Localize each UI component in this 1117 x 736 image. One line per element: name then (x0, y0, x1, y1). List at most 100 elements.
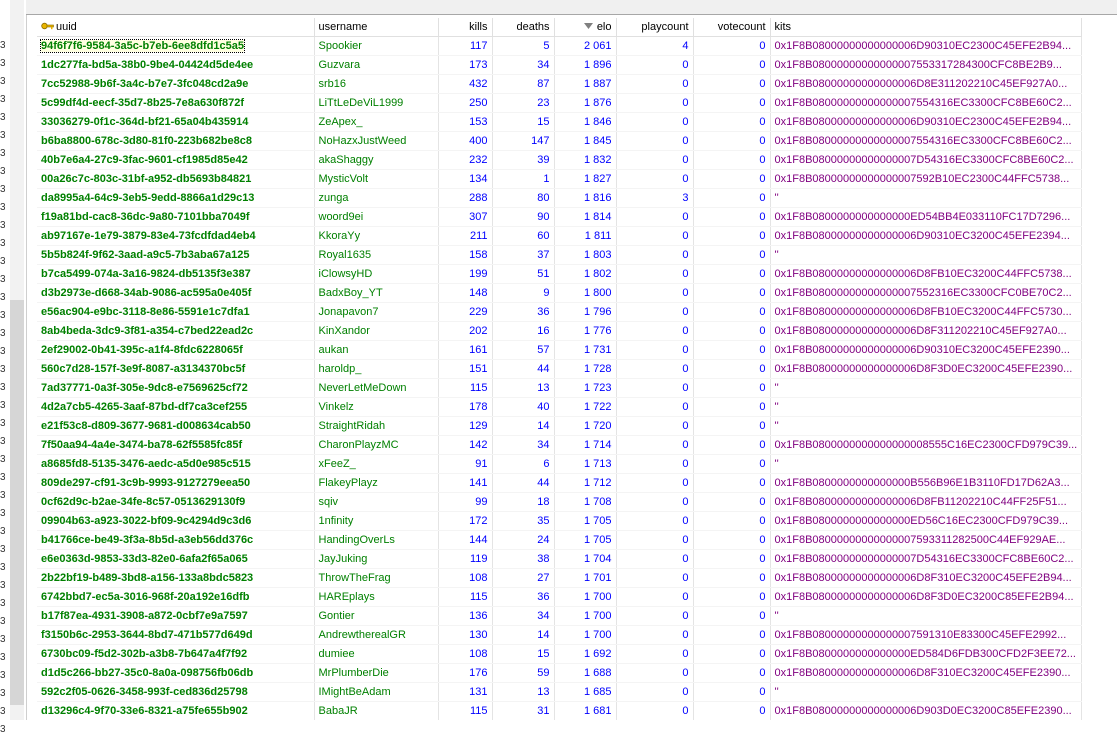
cell-uuid[interactable]: 7ad37771-0a3f-305e-9dc8-e7569625cf72 (37, 378, 315, 398)
cell-uuid[interactable]: f3150b6c-2953-3644-8bd7-471b577d649d (37, 625, 315, 645)
cell-kills[interactable]: 91 (438, 454, 493, 474)
cell-kits[interactable]: '' (770, 245, 1083, 265)
cell-votecount[interactable]: 0 (693, 226, 771, 246)
cell-kits[interactable]: 0x1F8B08000000000000007592B10EC2300C44FF… (770, 169, 1083, 189)
cell-playcount[interactable]: 4 (616, 36, 694, 56)
cell-kills[interactable]: 131 (438, 682, 493, 702)
cell-votecount[interactable]: 0 (693, 454, 771, 474)
column-header-elo[interactable]: elo (554, 18, 617, 37)
cell-elo[interactable]: 1 802 (554, 264, 617, 284)
cell-deaths[interactable]: 44 (492, 359, 555, 379)
cell-kits[interactable]: 0x1F8B08000000000000006D90310EC3200C45EF… (770, 340, 1083, 360)
cell-deaths[interactable]: 90 (492, 207, 555, 227)
cell-uuid[interactable]: 560c7d28-157f-3e9f-8087-a3134370bc5f (37, 359, 315, 379)
cell-deaths[interactable]: 34 (492, 435, 555, 455)
cell-kits[interactable]: '' (770, 188, 1083, 208)
cell-kills[interactable]: 141 (438, 473, 493, 493)
cell-uuid[interactable]: f19a81bd-cac8-36dc-9a80-7101bba7049f (37, 207, 315, 227)
cell-votecount[interactable]: 0 (693, 682, 771, 702)
cell-elo[interactable]: 1 776 (554, 321, 617, 341)
cell-kits[interactable]: 0x1F8B08000000000000006D8FB11202210C44FF… (770, 492, 1083, 512)
cell-uuid[interactable]: 592c2f05-0626-3458-993f-ced836d25798 (37, 682, 315, 702)
cell-kits[interactable]: 0x1F8B08000000000000006D90310EC2300C45EF… (770, 36, 1083, 56)
cell-deaths[interactable]: 44 (492, 473, 555, 493)
cell-kits[interactable]: 0x1F8B08000000000000006D8F310EC3200C45EF… (770, 568, 1083, 588)
cell-playcount[interactable]: 0 (616, 340, 694, 360)
cell-uuid[interactable]: d1d5c266-bb27-35c0-8a0a-098756fb06db (37, 663, 315, 683)
cell-elo[interactable]: 1 827 (554, 169, 617, 189)
cell-votecount[interactable]: 0 (693, 492, 771, 512)
cell-kills[interactable]: 115 (438, 587, 493, 607)
cell-kits[interactable]: 0x1F8B08000000000000007591310E83300C45EF… (770, 625, 1083, 645)
cell-username[interactable]: ZeApex_ (314, 112, 439, 132)
table-row[interactable]: 1dc277fa-bd5a-38b0-9be4-04424d5de4ee Guzv… (37, 55, 1083, 75)
cell-votecount[interactable]: 0 (693, 568, 771, 588)
cell-playcount[interactable]: 0 (616, 245, 694, 265)
cell-elo[interactable]: 2 061 (554, 36, 617, 56)
cell-playcount[interactable]: 0 (616, 549, 694, 569)
cell-deaths[interactable]: 14 (492, 625, 555, 645)
cell-username[interactable]: HAREplays (314, 587, 439, 607)
cell-votecount[interactable]: 0 (693, 416, 771, 436)
cell-votecount[interactable]: 0 (693, 397, 771, 417)
cell-votecount[interactable]: 0 (693, 378, 771, 398)
cell-kits[interactable]: 0x1F8B0800000000000000B556B96E1B3110FD17… (770, 473, 1083, 493)
cell-votecount[interactable]: 0 (693, 169, 771, 189)
table-row[interactable]: b6ba8800-678c-3d80-81f0-223b682be8c8 NoHa… (37, 131, 1083, 151)
cell-uuid[interactable]: 4d2a7cb5-4265-3aaf-87bd-df7ca3cef255 (37, 397, 315, 417)
cell-deaths[interactable]: 13 (492, 682, 555, 702)
table-row[interactable]: 7cc52988-9b6f-3a4c-b7e7-3fc048cd2a9e srb1… (37, 74, 1083, 94)
table-row[interactable]: f3150b6c-2953-3644-8bd7-471b577d649d Andr… (37, 625, 1083, 645)
cell-votecount[interactable]: 0 (693, 473, 771, 493)
cell-uuid[interactable]: 6742bbd7-ec5a-3016-968f-20a192e16dfb (37, 587, 315, 607)
cell-playcount[interactable]: 0 (616, 606, 694, 626)
cell-username[interactable]: Vinkelz (314, 397, 439, 417)
cell-username[interactable]: CharonPlayzMC (314, 435, 439, 455)
cell-username[interactable]: FlakeyPlayz (314, 473, 439, 493)
cell-deaths[interactable]: 57 (492, 340, 555, 360)
cell-deaths[interactable]: 6 (492, 454, 555, 474)
table-row[interactable]: d3b2973e-d668-34ab-9086-ac595a0e405f Badx… (37, 283, 1083, 303)
cell-playcount[interactable]: 0 (616, 511, 694, 531)
cell-username[interactable]: aukan (314, 340, 439, 360)
cell-kills[interactable]: 161 (438, 340, 493, 360)
cell-deaths[interactable]: 34 (492, 606, 555, 626)
cell-username[interactable]: Jonapavon7 (314, 302, 439, 322)
cell-playcount[interactable]: 3 (616, 188, 694, 208)
cell-kills[interactable]: 129 (438, 416, 493, 436)
cell-kits[interactable]: 0x1F8B08000000000000006D8FB10EC3200C44FF… (770, 302, 1083, 322)
cell-username[interactable]: HandingOverLs (314, 530, 439, 550)
cell-votecount[interactable]: 0 (693, 207, 771, 227)
column-header-votecount[interactable]: votecount (693, 18, 771, 37)
cell-uuid[interactable]: 7cc52988-9b6f-3a4c-b7e7-3fc048cd2a9e (37, 74, 315, 94)
cell-playcount[interactable]: 0 (616, 587, 694, 607)
cell-kills[interactable]: 151 (438, 359, 493, 379)
cell-kits[interactable]: 0x1F8B0800000000000000ED56C16EC2300CFD97… (770, 511, 1083, 531)
cell-playcount[interactable]: 0 (616, 150, 694, 170)
cell-username[interactable]: akaShaggy (314, 150, 439, 170)
cell-votecount[interactable]: 0 (693, 549, 771, 569)
table-row[interactable]: 09904b63-a923-3022-bf09-9c4294d9c3d6 1nfi… (37, 511, 1083, 531)
table-row[interactable]: 592c2f05-0626-3458-993f-ced836d25798 IMig… (37, 682, 1083, 702)
cell-uuid[interactable]: 6730bc09-f5d2-302b-a3b8-7b647a4f7f92 (37, 644, 315, 664)
cell-playcount[interactable]: 0 (616, 131, 694, 151)
table-row[interactable]: 5c99df4d-eecf-35d7-8b25-7e8a630f872f LiTt… (37, 93, 1083, 113)
cell-kits[interactable]: '' (770, 682, 1083, 702)
cell-elo[interactable]: 1 701 (554, 568, 617, 588)
cell-uuid[interactable]: 94f6f7f6-9584-3a5c-b7eb-6ee8dfd1c5a5 (37, 36, 315, 56)
cell-uuid[interactable]: 2b22bf19-b489-3bd8-a156-133a8bdc5823 (37, 568, 315, 588)
cell-deaths[interactable]: 40 (492, 397, 555, 417)
cell-playcount[interactable]: 0 (616, 492, 694, 512)
cell-playcount[interactable]: 0 (616, 568, 694, 588)
cell-deaths[interactable]: 15 (492, 644, 555, 664)
cell-uuid[interactable]: 5b5b824f-9f62-3aad-a9c5-7b3aba67a125 (37, 245, 315, 265)
cell-elo[interactable]: 1 800 (554, 283, 617, 303)
cell-kills[interactable]: 130 (438, 625, 493, 645)
column-header-username[interactable]: username (314, 18, 439, 37)
cell-uuid[interactable]: 8ab4beda-3dc9-3f81-a354-c7bed22ead2c (37, 321, 315, 341)
cell-uuid[interactable]: b41766ce-be49-3f3a-8b5d-a3eb56dd376c (37, 530, 315, 550)
cell-kills[interactable]: 158 (438, 245, 493, 265)
cell-elo[interactable]: 1 704 (554, 549, 617, 569)
cell-deaths[interactable]: 35 (492, 511, 555, 531)
cell-kits[interactable]: 0x1F8B08000000000000007554316EC3300CFC8B… (770, 131, 1083, 151)
